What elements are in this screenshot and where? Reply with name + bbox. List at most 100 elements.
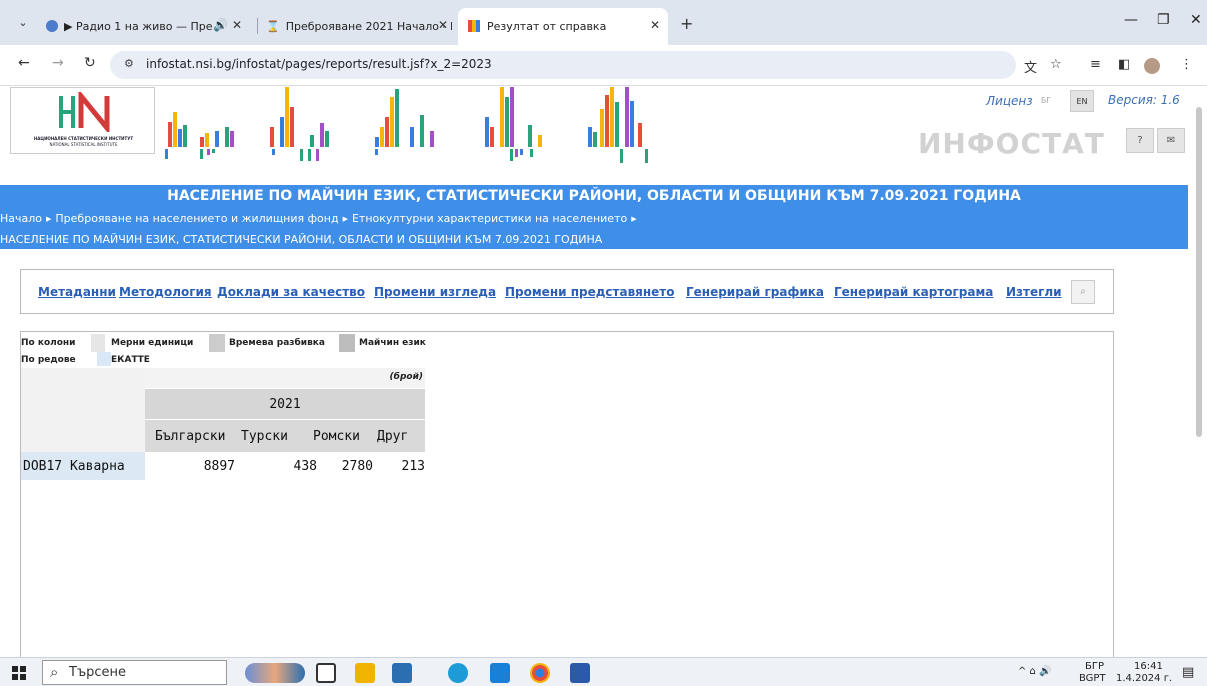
- col-roma: Ромски: [313, 429, 360, 444]
- chrome-icon[interactable]: [530, 663, 550, 683]
- col-turkish: Турски: [241, 429, 288, 444]
- dim-swatch: [339, 334, 355, 352]
- bar-group-3: [375, 89, 434, 155]
- crumb-arrow-icon: ▶: [631, 214, 637, 223]
- report-title: НАСЕЛЕНИЕ ПО МАЙЧИН ЕЗИК, СТАТИСТИЧЕСКИ …: [167, 188, 1021, 204]
- report-content: По колони Мерни единици Времева разбивка…: [20, 331, 1114, 657]
- tab-result-close-icon[interactable]: ✕: [650, 18, 660, 32]
- mail-icon[interactable]: ✉: [1157, 128, 1185, 153]
- row-label-kavarna: DOB17 Каварна: [23, 459, 125, 474]
- reload-icon[interactable]: ↻: [84, 55, 96, 71]
- col-other: Друг: [377, 429, 409, 444]
- tab-hourglass-icon: ⌛: [266, 19, 280, 33]
- windows-start-icon[interactable]: [12, 666, 26, 680]
- report-banner: НАСЕЛЕНИЕ ПО МАЙЧИН ЕЗИК, СТАТИСТИЧЕСКИ …: [0, 185, 1188, 249]
- reading-list-icon[interactable]: ≡: [1090, 57, 1101, 72]
- dim-time-chip[interactable]: Времева разбивка: [229, 338, 325, 348]
- metadata-link[interactable]: Метаданни: [38, 285, 116, 299]
- report-toolbar: Метаданни Методология Доклади за качеств…: [20, 269, 1114, 314]
- clock-time[interactable]: 16:41: [1134, 661, 1163, 672]
- help-button[interactable]: ?: [1126, 128, 1154, 153]
- tab-census[interactable]: ⌛ Преброяване 2021 Начало - Н ✕: [266, 14, 452, 38]
- search-icon: ⌕: [50, 663, 59, 681]
- crumb-ethnocultural[interactable]: Етнокултурни характеристики на население…: [352, 212, 627, 225]
- notifications-icon[interactable]: ▤: [1182, 665, 1194, 680]
- crumb-census[interactable]: Преброяване на населението и жилищния фо…: [55, 212, 338, 225]
- url-field[interactable]: ⚙ infostat.nsi.bg/infostat/pages/reports…: [110, 51, 1016, 79]
- address-bar-row: ← → ↻ ⚙ infostat.nsi.bg/infostat/pages/r…: [0, 45, 1207, 86]
- mail-app-icon[interactable]: [490, 663, 510, 683]
- tab-radio[interactable]: ▶ Радио 1 на живо — Пре 🔊 ✕: [46, 14, 246, 38]
- change-presentation-link[interactable]: Промени представянето: [505, 285, 675, 299]
- taskbar-search-input[interactable]: ⌕ Търсене: [42, 660, 227, 685]
- nsi-logo-mark-icon: [59, 92, 110, 132]
- dim-units-chip[interactable]: Мерни единици: [111, 338, 193, 348]
- crumb-arrow-icon: ▶: [342, 214, 348, 223]
- page-scrollbar[interactable]: [1196, 107, 1202, 437]
- file-explorer-icon[interactable]: [355, 663, 375, 683]
- crumb-home[interactable]: Начало: [0, 212, 42, 225]
- value-bulgarian: 8897: [203, 459, 235, 474]
- methodology-link[interactable]: Методология: [119, 285, 212, 299]
- word-icon[interactable]: [570, 663, 590, 683]
- unit-row: (брой): [145, 368, 425, 388]
- lang-en-button[interactable]: EN: [1070, 90, 1094, 112]
- browser-menu-icon[interactable]: ⋮: [1180, 57, 1193, 72]
- side-panel-icon[interactable]: ◧: [1118, 57, 1130, 72]
- by-rows-label: По редове: [21, 355, 76, 365]
- input-lang-1[interactable]: БГР: [1085, 661, 1104, 672]
- tab-search-chevron-icon[interactable]: ⌄: [12, 12, 34, 34]
- crumb-arrow-icon: ▶: [46, 214, 52, 223]
- url-text: infostat.nsi.bg/infostat/pages/reports/r…: [146, 57, 492, 71]
- download-link[interactable]: Изтегли: [1006, 285, 1062, 299]
- edge-icon[interactable]: [448, 663, 468, 683]
- store-icon[interactable]: [392, 663, 412, 683]
- browser-tab-bar: ⌄ ▶ Радио 1 на живо — Пре 🔊 ✕ ⌛ Преброяв…: [0, 0, 1207, 45]
- minimize-icon[interactable]: —: [1124, 12, 1138, 28]
- clock-date[interactable]: 1.4.2024 г.: [1116, 673, 1172, 684]
- decorative-bars-graphic: [165, 87, 648, 163]
- restore-icon[interactable]: ❐: [1157, 12, 1170, 28]
- translate-icon[interactable]: 文: [1024, 57, 1037, 76]
- generate-map-link[interactable]: Генерирай картограма: [834, 285, 993, 299]
- tab-chart-icon: [468, 20, 480, 32]
- change-view-link[interactable]: Промени изгледа: [374, 285, 496, 299]
- tab-radio-close-icon[interactable]: 🔊 ✕: [213, 18, 242, 32]
- generate-chart-link[interactable]: Генерирай графика: [686, 285, 824, 299]
- taskbar-widget-icon[interactable]: [245, 663, 305, 683]
- site-info-icon[interactable]: ⚙: [124, 57, 134, 70]
- tab-census-label: Преброяване 2021 Начало - Н: [285, 19, 452, 33]
- back-arrow-icon[interactable]: ←: [18, 55, 30, 71]
- dim-swatch: [209, 334, 225, 352]
- value-turkish: 438: [293, 459, 317, 474]
- report-subtitle: НАСЕЛЕНИЕ ПО МАЙЧИН ЕЗИК, СТАТИСТИЧЕСКИ …: [0, 233, 603, 246]
- task-view-icon[interactable]: [316, 663, 336, 683]
- dim-swatch: [97, 352, 111, 366]
- tab-separator: [257, 18, 258, 34]
- close-window-icon[interactable]: ✕: [1190, 12, 1202, 28]
- zoom-search-icon[interactable]: ⌕: [1071, 280, 1095, 304]
- nsi-logo[interactable]: НАЦИОНАЛЕН СТАТИСТИЧЕСКИ ИНСТИТУТ NATION…: [10, 87, 155, 154]
- bookmark-star-icon[interactable]: ☆: [1050, 57, 1062, 72]
- profile-avatar[interactable]: [1144, 58, 1160, 74]
- bar-group-1: [165, 112, 234, 159]
- version-label: Версия: 1.6: [1108, 93, 1180, 107]
- new-tab-plus-icon[interactable]: +: [680, 14, 693, 33]
- dim-language-chip[interactable]: Майчин език: [359, 338, 426, 348]
- bar-group-4: [485, 87, 542, 161]
- table-row: DOB17 Каварна: [21, 452, 145, 480]
- bar-group-2: [270, 87, 329, 161]
- input-lang-2[interactable]: BGPT: [1079, 673, 1106, 684]
- tab-census-close-icon[interactable]: ✕: [438, 18, 448, 32]
- lang-bg-button[interactable]: БГ: [1034, 90, 1058, 112]
- tray-icons[interactable]: ^ ⌂ 🔊: [1018, 666, 1052, 677]
- dim-ekatte-chip[interactable]: ЕКАТТЕ: [111, 355, 150, 365]
- tab-result[interactable]: Резултат от справка ✕: [468, 14, 664, 38]
- value-roma: 2780: [341, 459, 373, 474]
- infostat-brand: ИНФОСТАТ: [918, 127, 1105, 160]
- tab-favicon-icon: [46, 20, 58, 32]
- logo-text-bg: НАЦИОНАЛЕН СТАТИСТИЧЕСКИ ИНСТИТУТ: [33, 136, 134, 141]
- forward-arrow-icon[interactable]: →: [52, 55, 64, 71]
- quality-reports-link[interactable]: Доклади за качество: [217, 285, 365, 299]
- year-header: 2021: [145, 389, 425, 419]
